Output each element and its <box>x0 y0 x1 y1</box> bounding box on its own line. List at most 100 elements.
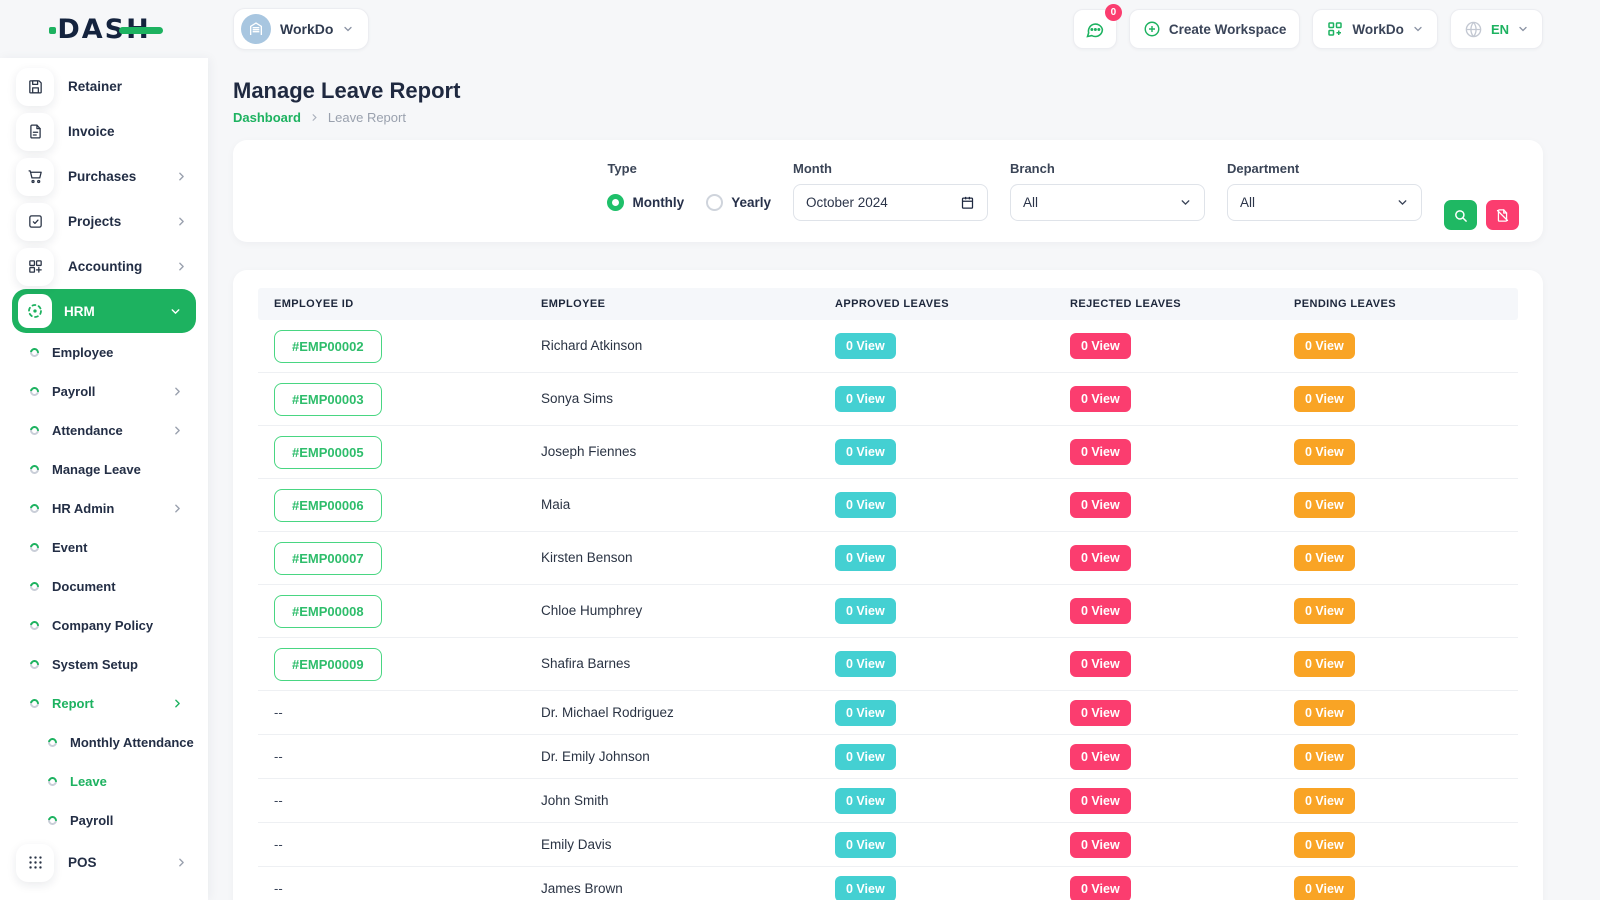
pending-leaves-view-button[interactable]: 0 View <box>1294 439 1355 465</box>
chevron-right-icon <box>171 385 184 398</box>
rejected-leaves-view-button[interactable]: 0 View <box>1070 651 1131 677</box>
pending-leaves-view-button[interactable]: 0 View <box>1294 386 1355 412</box>
sidebar-item-retainer[interactable]: Retainer <box>0 64 208 109</box>
rejected-leaves-view-button[interactable]: 0 View <box>1070 439 1131 465</box>
messages-button[interactable]: 0 <box>1073 9 1117 49</box>
search-button[interactable] <box>1444 200 1477 230</box>
rejected-leaves-view-button[interactable]: 0 View <box>1070 598 1131 624</box>
sidebar-item-payroll[interactable]: Payroll <box>0 372 208 411</box>
pending-leaves-view-button[interactable]: 0 View <box>1294 333 1355 359</box>
pending-leaves-view-button[interactable]: 0 View <box>1294 545 1355 571</box>
brand-logo[interactable]: DASH <box>57 12 150 46</box>
rejected-leaves-view-button[interactable]: 0 View <box>1070 386 1131 412</box>
sidebar-item-company-policy[interactable]: Company Policy <box>0 606 208 645</box>
employee-id-chip[interactable]: #EMP00005 <box>274 436 382 469</box>
employee-id-chip[interactable]: #EMP00009 <box>274 648 382 681</box>
pending-leaves-cell: 0 View <box>1294 832 1518 858</box>
employee-name-cell: John Smith <box>541 792 835 810</box>
approved-leaves-view-button[interactable]: 0 View <box>835 545 896 571</box>
pending-leaves-view-button[interactable]: 0 View <box>1294 744 1355 770</box>
rejected-leaves-view-button[interactable]: 0 View <box>1070 333 1131 359</box>
bullet-icon <box>28 658 41 671</box>
approved-leaves-view-button[interactable]: 0 View <box>835 832 896 858</box>
pending-leaves-view-button[interactable]: 0 View <box>1294 492 1355 518</box>
sidebar-item-projects[interactable]: Projects <box>0 199 208 244</box>
sidebar-item-label: Leave <box>70 774 107 789</box>
rejected-leaves-cell: 0 View <box>1070 876 1294 900</box>
rejected-leaves-view-button[interactable]: 0 View <box>1070 832 1131 858</box>
rejected-leaves-view-button[interactable]: 0 View <box>1070 744 1131 770</box>
employee-id-chip[interactable]: #EMP00007 <box>274 542 382 575</box>
table-row: #EMP00008Chloe Humphrey0 View0 View0 Vie… <box>258 585 1518 638</box>
approved-leaves-view-button[interactable]: 0 View <box>835 492 896 518</box>
branch-filter-group: Branch All <box>1010 161 1205 221</box>
yearly-radio[interactable]: Yearly <box>706 194 771 211</box>
pending-leaves-view-button[interactable]: 0 View <box>1294 598 1355 624</box>
cart-icon <box>16 158 54 196</box>
rejected-leaves-view-button[interactable]: 0 View <box>1070 788 1131 814</box>
employee-id-chip[interactable]: #EMP00002 <box>274 330 382 363</box>
department-select[interactable]: All <box>1227 184 1422 221</box>
approved-leaves-view-button[interactable]: 0 View <box>835 386 896 412</box>
approved-leaves-view-button[interactable]: 0 View <box>835 744 896 770</box>
sidebar-item-pos[interactable]: POS <box>0 840 208 885</box>
pending-leaves-view-button[interactable]: 0 View <box>1294 832 1355 858</box>
pending-leaves-view-button[interactable]: 0 View <box>1294 876 1355 900</box>
leave-report-table-card: EMPLOYEE IDEMPLOYEEAPPROVED LEAVESREJECT… <box>233 270 1543 900</box>
sidebar-item-document[interactable]: Document <box>0 567 208 606</box>
rejected-leaves-cell: 0 View <box>1070 700 1294 726</box>
filter-buttons <box>1444 200 1519 230</box>
branch-value: All <box>1023 195 1179 210</box>
sidebar-item-employee[interactable]: Employee <box>0 333 208 372</box>
approved-leaves-view-button[interactable]: 0 View <box>835 876 896 900</box>
rejected-leaves-view-button[interactable]: 0 View <box>1070 876 1131 900</box>
sidebar-item-manage-leave[interactable]: Manage Leave <box>0 450 208 489</box>
sidebar-item-system-setup[interactable]: System Setup <box>0 645 208 684</box>
pending-leaves-view-button[interactable]: 0 View <box>1294 700 1355 726</box>
employee-id-chip[interactable]: #EMP00006 <box>274 489 382 522</box>
approved-leaves-view-button[interactable]: 0 View <box>835 651 896 677</box>
language-selector[interactable]: EN <box>1450 9 1543 49</box>
pending-leaves-view-button[interactable]: 0 View <box>1294 651 1355 677</box>
breadcrumb-dashboard-link[interactable]: Dashboard <box>233 110 301 125</box>
chevron-down-icon <box>1517 23 1529 35</box>
messages-badge: 0 <box>1105 4 1122 21</box>
sidebar-item-purchases[interactable]: Purchases <box>0 154 208 199</box>
sidebar-item-payroll[interactable]: Payroll <box>0 801 208 840</box>
bullet-icon <box>28 541 41 554</box>
employee-id-empty: -- <box>274 881 283 896</box>
approved-leaves-view-button[interactable]: 0 View <box>835 439 896 465</box>
rejected-leaves-cell: 0 View <box>1070 744 1294 770</box>
hrm-icon <box>18 294 52 328</box>
employee-id-chip[interactable]: #EMP00003 <box>274 383 382 416</box>
month-date-input[interactable]: October 2024 <box>793 184 988 221</box>
sidebar-item-leave[interactable]: Leave <box>0 762 208 801</box>
employee-name: Emily Davis <box>541 837 612 852</box>
employee-id-cell: #EMP00003 <box>258 383 541 416</box>
sidebar-item-event[interactable]: Event <box>0 528 208 567</box>
sidebar-item-invoice[interactable]: Invoice <box>0 109 208 154</box>
building-icon <box>248 21 264 37</box>
reset-filter-button[interactable] <box>1486 200 1519 230</box>
rejected-leaves-view-button[interactable]: 0 View <box>1070 545 1131 571</box>
create-workspace-button[interactable]: Create Workspace <box>1129 9 1301 49</box>
approved-leaves-view-button[interactable]: 0 View <box>835 598 896 624</box>
workspace-selector[interactable]: WorkDo <box>233 8 369 50</box>
sidebar-item-accounting[interactable]: Accounting <box>0 244 208 289</box>
monthly-radio[interactable]: Monthly <box>607 194 684 211</box>
workdo-menu-button[interactable]: WorkDo <box>1312 9 1438 49</box>
approved-leaves-view-button[interactable]: 0 View <box>835 788 896 814</box>
approved-leaves-view-button[interactable]: 0 View <box>835 700 896 726</box>
sidebar-item-report[interactable]: Report <box>0 684 208 723</box>
employee-name: Kirsten Benson <box>541 550 633 565</box>
sidebar-item-hr-admin[interactable]: HR Admin <box>0 489 208 528</box>
pending-leaves-view-button[interactable]: 0 View <box>1294 788 1355 814</box>
branch-select[interactable]: All <box>1010 184 1205 221</box>
sidebar-item-hrm[interactable]: HRM <box>12 289 196 333</box>
employee-id-chip[interactable]: #EMP00008 <box>274 595 382 628</box>
sidebar-item-attendance[interactable]: Attendance <box>0 411 208 450</box>
rejected-leaves-view-button[interactable]: 0 View <box>1070 492 1131 518</box>
rejected-leaves-view-button[interactable]: 0 View <box>1070 700 1131 726</box>
approved-leaves-view-button[interactable]: 0 View <box>835 333 896 359</box>
sidebar-item-monthly-attendance[interactable]: Monthly Attendance <box>0 723 208 762</box>
